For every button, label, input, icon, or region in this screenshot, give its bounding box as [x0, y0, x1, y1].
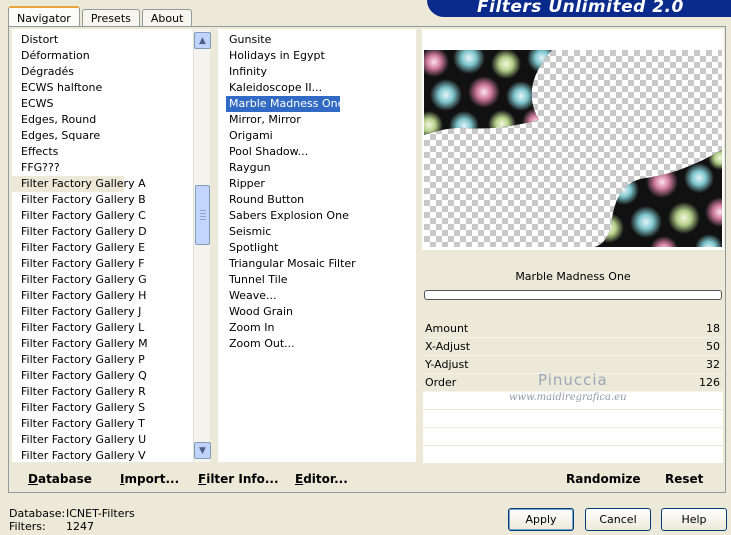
param-amount[interactable]: Amount 18	[423, 320, 723, 338]
category-item[interactable]: Filter Factory Gallery E	[12, 240, 193, 256]
category-item[interactable]: Filter Factory Gallery G	[12, 272, 193, 288]
category-item[interactable]: Edges, Round	[12, 112, 193, 128]
database-label: Database:	[9, 507, 66, 520]
scroll-down-button[interactable]: ▼	[194, 442, 211, 459]
category-item[interactable]: Filter Factory Gallery M	[12, 336, 193, 352]
category-scrollbar[interactable]: ▲ ▼	[193, 29, 211, 462]
category-item[interactable]: Filter Factory Gallery D	[12, 224, 193, 240]
database-button[interactable]: Database	[28, 472, 92, 486]
category-item[interactable]: Filter Factory Gallery R	[12, 384, 193, 400]
tab-strip: Navigator Presets About	[8, 5, 194, 28]
category-item[interactable]: ECWS halftone	[12, 80, 193, 96]
filter-item[interactable]: Zoom In	[218, 320, 416, 336]
param-label: Order	[425, 376, 457, 389]
category-list[interactable]: Distort Déformation Dégradés ECWS halftone E…	[12, 29, 193, 462]
category-item[interactable]: Filter Factory Gallery V	[12, 448, 193, 462]
filter-item[interactable]: Sabers Explosion One	[218, 208, 416, 224]
filter-item[interactable]: Round Button	[218, 192, 416, 208]
filter-item[interactable]: Ripper	[218, 176, 416, 192]
filter-item[interactable]: Zoom Out...	[218, 336, 416, 352]
category-item[interactable]: Filter Factory Gallery Q	[12, 368, 193, 384]
category-item[interactable]: Filter Factory Gallery A	[12, 176, 146, 192]
grip-icon	[199, 209, 206, 221]
help-button[interactable]: Help	[661, 508, 727, 531]
category-item[interactable]: Filter Factory Gallery B	[12, 192, 193, 208]
filter-item[interactable]: Raygun	[218, 160, 416, 176]
filter-item[interactable]: Kaleidoscope II...	[218, 80, 416, 96]
filter-item[interactable]: Tunnel Tile	[218, 272, 416, 288]
preview-dots-graphic	[424, 50, 722, 247]
progress-bar	[424, 290, 722, 300]
category-item[interactable]: Filter Factory Gallery P	[12, 352, 193, 368]
watermark-url: www.maidiregrafica.eu	[509, 392, 627, 403]
banner-title: Filters Unlimited 2.0	[477, 0, 684, 17]
filter-item[interactable]: Gunsite	[218, 32, 416, 48]
tab-presets[interactable]: Presets	[81, 9, 140, 27]
param-label: X-Adjust	[425, 340, 471, 353]
editor-button[interactable]: Editor...	[295, 472, 348, 486]
category-item[interactable]: Filter Factory Gallery H	[12, 288, 193, 304]
filter-info-button[interactable]: Filter Info...	[198, 472, 279, 486]
filter-list[interactable]: Gunsite Holidays in Egypt Infinity Kaleidos…	[218, 29, 416, 462]
param-value: 18	[706, 322, 720, 335]
category-item[interactable]: Dégradés	[12, 64, 193, 80]
preview-image[interactable]	[424, 50, 722, 247]
param-value: 50	[706, 340, 720, 353]
param-label: Amount	[425, 322, 469, 335]
filter-item[interactable]: Triangular Mosaic Filter	[218, 256, 416, 272]
randomize-button[interactable]: Randomize	[566, 472, 640, 486]
category-item[interactable]: FFG???	[12, 160, 193, 176]
scroll-thumb[interactable]	[195, 185, 210, 245]
app-banner: Filters Unlimited 2.0	[427, 0, 731, 17]
category-item[interactable]: Déformation	[12, 48, 193, 64]
filter-item[interactable]: Spotlight	[218, 240, 416, 256]
filter-item[interactable]: Weave...	[218, 288, 416, 304]
filter-item[interactable]: Seismic	[218, 224, 416, 240]
scroll-up-button[interactable]: ▲	[194, 32, 211, 49]
category-item[interactable]: Edges, Square	[12, 128, 193, 144]
filters-count-value: 1247	[66, 520, 94, 533]
import-button[interactable]: Import...	[120, 472, 179, 486]
database-value: ICNET-Filters	[66, 507, 135, 520]
watermark-name: Pinuccia	[538, 371, 608, 389]
apply-button[interactable]: Apply	[508, 508, 574, 531]
category-item[interactable]: ECWS	[12, 96, 193, 112]
tab-navigator[interactable]: Navigator	[8, 6, 80, 28]
category-item[interactable]: Filter Factory Gallery J	[12, 304, 193, 320]
param-empty-slot	[423, 428, 723, 446]
category-item[interactable]: Effects	[12, 144, 193, 160]
param-value: 126	[699, 376, 720, 389]
filter-item[interactable]: Holidays in Egypt	[218, 48, 416, 64]
status-area: Database: ICNET-Filters Filters: 1247	[9, 507, 135, 533]
category-item[interactable]: Filter Factory Gallery U	[12, 432, 193, 448]
category-item[interactable]: Distort	[12, 32, 193, 48]
filter-item[interactable]: Pool Shadow...	[218, 144, 416, 160]
category-item[interactable]: Filter Factory Gallery S	[12, 400, 193, 416]
filter-item[interactable]: Infinity	[218, 64, 416, 80]
filter-item[interactable]: Origami	[218, 128, 416, 144]
param-x-adjust[interactable]: X-Adjust 50	[423, 338, 723, 356]
category-item[interactable]: Filter Factory Gallery C	[12, 208, 193, 224]
category-item[interactable]: Filter Factory Gallery L	[12, 320, 193, 336]
cancel-button[interactable]: Cancel	[585, 508, 651, 531]
category-item[interactable]: Filter Factory Gallery F	[12, 256, 193, 272]
param-empty-slot	[423, 446, 723, 464]
param-empty-slot	[423, 410, 723, 428]
filter-item[interactable]: Marble Madness One...	[226, 96, 355, 112]
param-value: 32	[706, 358, 720, 371]
filters-count-label: Filters:	[9, 520, 46, 533]
filter-item[interactable]: Mirror, Mirror	[218, 112, 416, 128]
filter-name-label: Marble Madness One	[515, 270, 631, 283]
reset-button[interactable]: Reset	[665, 472, 703, 486]
tab-about[interactable]: About	[141, 9, 193, 27]
param-label: Y-Adjust	[425, 358, 469, 371]
filter-item[interactable]: Wood Grain	[218, 304, 416, 320]
category-item[interactable]: Filter Factory Gallery T	[12, 416, 193, 432]
